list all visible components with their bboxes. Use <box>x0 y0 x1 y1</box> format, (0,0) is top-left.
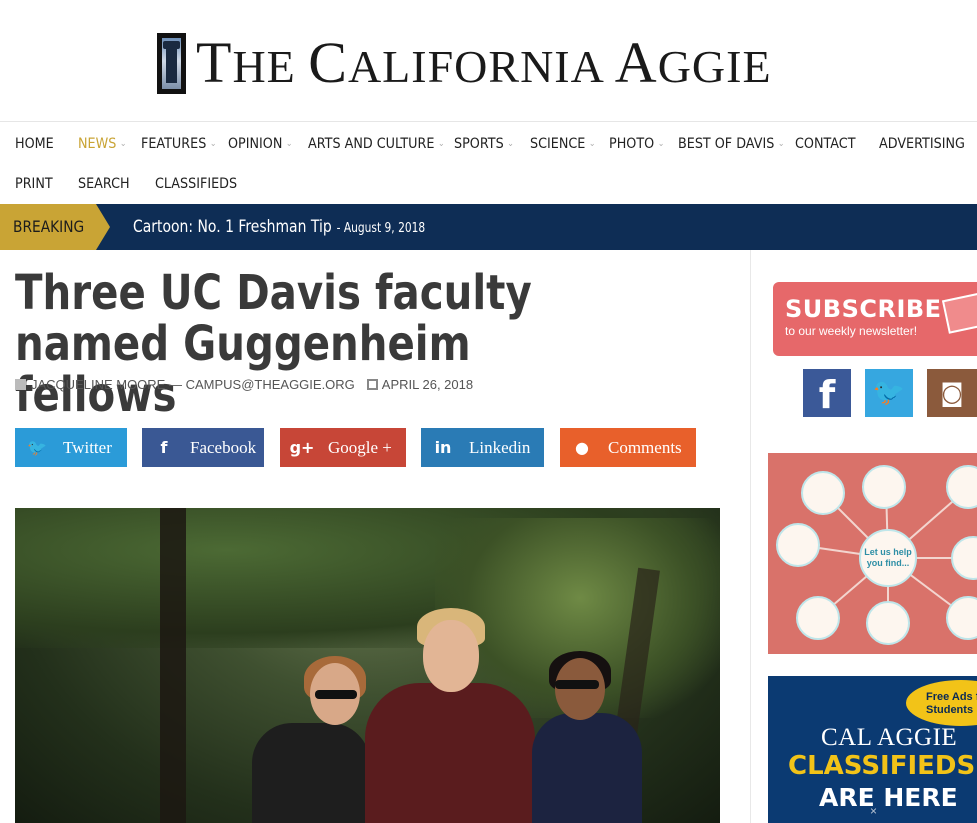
nav-label: Features <box>141 136 207 152</box>
nav-item-opinion[interactable]: Opinion ⌄ <box>228 136 293 152</box>
nav-item-contact[interactable]: Contact <box>795 136 856 152</box>
newsletter-subscribe-banner[interactable]: SUBSCRIBE to our weekly newsletter! <box>773 282 977 356</box>
classifieds-ad[interactable]: Free Ads for Students CAL AGGIE CLASSIFI… <box>768 676 977 823</box>
nav-item-features[interactable]: Features ⌄ <box>141 136 216 152</box>
person-figure <box>532 713 642 823</box>
share-twitter-button[interactable]: 🐦 Twitter <box>15 428 127 467</box>
twitter-icon[interactable]: 🐦 <box>865 369 913 417</box>
nav-item-advertising[interactable]: Advertising <box>879 136 965 152</box>
breaking-date: - August 9, 2018 <box>336 221 426 236</box>
title-letter: A <box>614 30 658 95</box>
nav-label: Photo <box>609 136 655 152</box>
share-linkedin-button[interactable]: in Linkedin <box>421 428 544 467</box>
chevron-down-icon: ⌄ <box>209 139 217 149</box>
person-figure <box>252 723 370 823</box>
comment-icon: ● <box>575 438 589 457</box>
author-icon <box>15 379 26 390</box>
title-part: HE <box>232 41 309 92</box>
share-label: Facebook <box>190 437 257 457</box>
breaking-label-text: BREAKING <box>13 217 85 236</box>
library-ad-hub: Let us help you find... <box>859 529 917 587</box>
title-letter: C <box>308 30 348 95</box>
nav-label: Science <box>530 136 586 152</box>
chevron-down-icon: ⌄ <box>588 139 596 149</box>
chevron-down-icon: ⌄ <box>285 139 293 149</box>
nav-label: Sports <box>454 136 504 152</box>
chevron-down-icon: ⌄ <box>119 139 127 149</box>
share-google-plus-button[interactable]: g+ Google + <box>280 428 406 467</box>
share-facebook-button[interactable]: f Facebook <box>142 428 264 467</box>
calendar-icon <box>366 379 378 390</box>
breaking-arrow-shape <box>96 204 110 250</box>
nav-label: News <box>78 136 117 152</box>
breaking-headline: Cartoon: No. 1 Freshman Tip <box>133 217 332 237</box>
breaking-news-bar: BREAKING Cartoon: No. 1 Freshman Tip - Au… <box>0 204 977 250</box>
title-part: GGIE <box>657 41 772 92</box>
nav-item-classifieds[interactable]: Classifieds <box>155 176 237 192</box>
library-ad[interactable]: Let us help you find... <box>768 453 977 654</box>
nav-item-sports[interactable]: Sports ⌄ <box>454 136 514 152</box>
title-letter: T <box>196 30 233 95</box>
envelope-icon <box>941 292 977 334</box>
free-ads-badge: Free Ads for Students <box>906 680 977 726</box>
nav-item-news[interactable]: News ⌄ <box>78 136 126 152</box>
linkedin-icon: in <box>434 438 452 457</box>
instagram-icon[interactable]: ◙ <box>927 369 977 417</box>
nav-item-photo[interactable]: Photo ⌄ <box>609 136 664 152</box>
article-date: APRIL 26, 2018 <box>381 377 474 392</box>
main-nav: Home News ⌄ Features ⌄ Opinion ⌄ Arts and C… <box>0 122 977 204</box>
chevron-down-icon: ⌄ <box>507 139 514 149</box>
nav-label: Home <box>15 136 54 152</box>
breaking-label: BREAKING <box>0 204 96 250</box>
person-figure <box>365 683 535 823</box>
share-label: Linkedin <box>469 437 531 457</box>
nav-item-best-of-davis[interactable]: Best of Davis ⌄ <box>678 136 784 152</box>
breaking-headline-link[interactable]: Cartoon: No. 1 Freshman Tip - August 9, 2… <box>133 217 425 237</box>
water-tower-logo-icon[interactable] <box>157 33 186 94</box>
nav-item-home[interactable]: Home <box>15 136 54 152</box>
nav-label: Opinion <box>228 136 283 152</box>
classifieds-line-3: ARE HERE <box>819 783 958 812</box>
nav-item-search[interactable]: Search <box>78 176 130 192</box>
byline: JACQUELINE MOORE — CAMPUS@THEAGGIE.ORG A… <box>15 377 473 392</box>
share-label: Google + <box>328 437 392 457</box>
facebook-icon[interactable]: f <box>803 369 851 417</box>
nav-label: Print <box>15 176 53 192</box>
nav-label: Classifieds <box>155 176 238 192</box>
classifieds-line-1: CAL AGGIE <box>821 724 958 751</box>
nav-item-arts-and-culture[interactable]: Arts and Culture ⌄ <box>308 136 445 152</box>
facebook-icon: f <box>160 438 168 457</box>
title-part: ALIFORNIA <box>347 41 615 92</box>
nav-item-print[interactable]: Print <box>15 176 53 192</box>
subscribe-title: SUBSCRIBE <box>785 295 942 323</box>
google-plus-icon: g+ <box>289 438 315 457</box>
site-title[interactable]: THE CALIFORNIA AGGIE <box>196 28 772 102</box>
share-label: Comments <box>608 437 682 457</box>
author-link[interactable]: JACQUELINE MOORE — CAMPUS@THEAGGIE.ORG <box>31 377 355 392</box>
sidebar-divider <box>750 250 751 823</box>
comments-button[interactable]: ● Comments <box>560 428 696 467</box>
masthead: THE CALIFORNIA AGGIE <box>0 0 977 122</box>
close-icon[interactable]: × <box>870 804 877 818</box>
nav-label: Best of Davis <box>678 136 775 152</box>
nav-label: Arts and Culture <box>308 136 435 152</box>
chevron-down-icon: ⌄ <box>437 139 445 149</box>
nav-item-science[interactable]: Science ⌄ <box>530 136 596 152</box>
subscribe-subtitle: to our weekly newsletter! <box>785 324 918 338</box>
nav-label: Search <box>78 176 130 192</box>
share-label: Twitter <box>63 437 112 457</box>
article-title: Three UC Davis faculty named Guggenheim … <box>15 265 532 423</box>
twitter-icon: 🐦 <box>27 438 47 457</box>
nav-label: Contact <box>795 136 856 152</box>
chevron-down-icon: ⌄ <box>657 139 665 149</box>
nav-label: Advertising <box>879 136 965 152</box>
article-photo <box>15 508 720 823</box>
chevron-down-icon: ⌄ <box>777 139 785 149</box>
classifieds-line-2: CLASSIFIEDS <box>788 751 976 781</box>
